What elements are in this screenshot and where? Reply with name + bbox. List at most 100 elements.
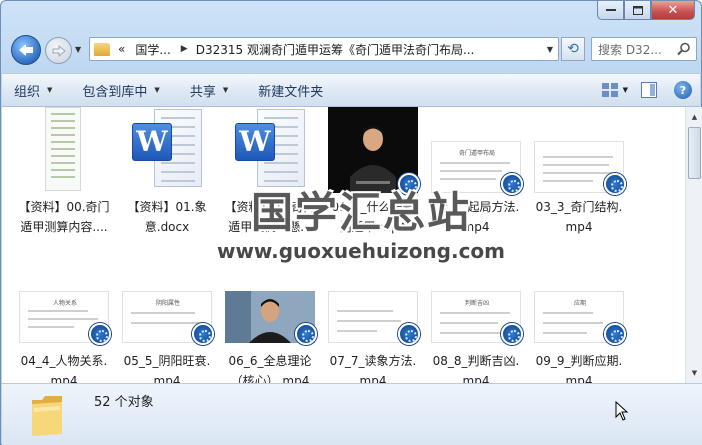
file-list[interactable]: 【资料】00.奇门 遁甲测算内容.... W 【资料】01.象 意.docx W 【… <box>2 107 702 383</box>
chevron-down-icon: ▼ <box>75 45 82 54</box>
file-item[interactable]: W 【资料】01.象 意.docx <box>117 107 217 247</box>
include-library-label: 包含到库中 <box>82 84 148 100</box>
file-name: 09_9_判断应期. mp4 <box>529 351 629 383</box>
video-thumbnail <box>534 141 626 195</box>
address-bar[interactable]: « 国学... ▶ D32315 观澜奇门遁甲运筹《奇门遁甲法奇门布局... ▼ <box>89 37 559 61</box>
organize-label: 组织 <box>14 84 41 100</box>
file-name-line: 【资料】00.奇门 <box>18 200 110 214</box>
vertical-scrollbar[interactable]: ▲ ▼ <box>685 107 702 383</box>
file-name-line: mp4 <box>462 374 490 383</box>
video-thumbnail: 人物关系 <box>19 291 111 345</box>
close-icon: ✕ <box>667 2 679 18</box>
explorer-window: ✕ ▼ « 国学... ▶ D32315 观澜奇门遁甲运筹《奇门遁甲法奇门布局.… <box>0 0 702 445</box>
include-library-button[interactable]: 包含到库中 ▼ <box>82 81 159 100</box>
video-thumbnail: 判断吉凶 <box>431 291 523 345</box>
file-name-line: 07_7_读象方法. <box>329 354 417 368</box>
minimize-icon <box>605 9 616 11</box>
file-item[interactable]: 07_7_读象方法. mp4 <box>323 291 423 383</box>
video-play-icon <box>398 173 420 195</box>
search-input[interactable]: 搜索 D32... <box>591 37 697 61</box>
word-thumbnail: W <box>122 107 212 193</box>
file-name-line: 门遁甲.mp4 <box>339 220 407 234</box>
video-play-icon <box>604 323 626 345</box>
file-item[interactable]: 01_1_什么是奇 门遁甲.mp4 <box>323 107 423 247</box>
file-item[interactable]: 判断吉凶 08_8_判断吉凶. mp4 <box>426 291 526 383</box>
preview-pane-button[interactable] <box>638 80 660 100</box>
file-name-line: 遁甲案例（懸... <box>228 220 312 234</box>
file-item[interactable]: 06_6_全息理论 （核心）.mp4 <box>220 291 320 383</box>
file-name-line: 02_2_起局方法. <box>432 200 520 214</box>
help-button[interactable]: ? <box>674 81 692 99</box>
close-button[interactable]: ✕ <box>651 1 695 20</box>
history-dropdown[interactable]: ▼ <box>75 45 85 55</box>
file-name: 【资料】01.象 意.docx <box>117 197 217 237</box>
item-count: 52 个对象 <box>94 395 154 410</box>
file-name-line: 01_1_什么是奇 <box>331 200 415 214</box>
file-item[interactable]: 【资料】00.奇门 遁甲测算内容.... <box>14 107 114 247</box>
scroll-up-icon[interactable]: ▲ <box>687 109 702 125</box>
minimize-button[interactable] <box>597 1 624 20</box>
breadcrumb-separator-icon[interactable]: ▶ <box>181 44 188 54</box>
file-item[interactable]: 阴阳属性 05_5_阴阳旺衰. mp4 <box>117 291 217 383</box>
video-play-icon <box>604 173 626 195</box>
video-thumbnail: 应期 <box>534 291 626 345</box>
file-name: 04_4_人物关系. mp4 <box>14 351 114 383</box>
file-name-line: （核心）.mp4 <box>230 374 310 383</box>
file-name: 06_6_全息理论 （核心）.mp4 <box>220 351 320 383</box>
command-bar-right: ▼ ? <box>599 80 692 100</box>
video-thumbnail: 阴阳属性 <box>122 291 214 345</box>
new-folder-label: 新建文件夹 <box>258 84 324 100</box>
file-item[interactable]: 奇门遁甲布局 02_2_起局方法. mp4 <box>426 107 526 247</box>
file-name-line: 08_8_判断吉凶. <box>432 354 520 368</box>
video-play-icon <box>501 173 523 195</box>
maximize-icon <box>632 5 643 15</box>
details-pane: 52 个对象 <box>2 383 702 445</box>
search-placeholder: 搜索 D32... <box>598 42 662 57</box>
word-document-icon: W <box>132 109 204 189</box>
back-button[interactable] <box>11 35 41 65</box>
refresh-icon: ⟲ <box>567 41 579 57</box>
file-name-line: mp4 <box>565 374 593 383</box>
file-name: 08_8_判断吉凶. mp4 <box>426 351 526 383</box>
refresh-button[interactable]: ⟲ <box>561 37 585 61</box>
slide-title: 应期 <box>573 300 586 307</box>
file-item[interactable]: 人物关系 04_4_人物关系. mp4 <box>14 291 114 383</box>
file-name-line: 09_9_判断应期. <box>535 354 623 368</box>
scroll-thumb[interactable] <box>688 127 701 179</box>
view-button[interactable] <box>599 80 621 100</box>
file-name-line: 06_6_全息理论 <box>228 354 312 368</box>
file-name-line: 【资料】02.奇门 <box>224 200 316 214</box>
file-item[interactable]: 应期 09_9_判断应期. mp4 <box>529 291 629 383</box>
chevron-down-icon[interactable]: ▼ <box>623 86 628 94</box>
file-item[interactable]: 03_3_奇门结构. mp4 <box>529 107 629 247</box>
share-button[interactable]: 共享 ▼ <box>190 81 228 100</box>
file-name-line: mp4 <box>359 374 387 383</box>
video-play-icon <box>501 323 523 345</box>
slide-title: 人物关系 <box>52 300 77 307</box>
address-dropdown-icon[interactable]: ▼ <box>542 38 558 60</box>
video-play-icon <box>398 323 420 345</box>
organize-button[interactable]: 组织 ▼ <box>14 81 52 100</box>
breadcrumb-overflow[interactable]: « <box>118 42 125 56</box>
scroll-down-icon[interactable]: ▼ <box>687 365 702 381</box>
word-document-icon: W <box>235 109 307 189</box>
file-name-line: mp4 <box>153 374 181 383</box>
file-item[interactable]: W 【资料】02.奇门 遁甲案例（懸... <box>220 107 320 247</box>
chevron-down-icon: ▼ <box>222 86 229 94</box>
maximize-button[interactable] <box>624 1 651 20</box>
forward-button[interactable] <box>45 37 72 64</box>
help-icon: ? <box>679 83 687 97</box>
document-thumbnail <box>19 107 109 193</box>
share-label: 共享 <box>189 84 216 100</box>
video-play-icon <box>295 323 317 345</box>
new-folder-button[interactable]: 新建文件夹 <box>258 81 323 100</box>
breadcrumb-item[interactable]: 国学... <box>135 41 170 58</box>
file-name-line: mp4 <box>50 374 78 383</box>
breadcrumb-current[interactable]: D32315 观澜奇门遁甲运筹《奇门遁甲法奇门布局... <box>196 41 475 58</box>
video-thumbnail: 奇门遁甲布局 <box>431 141 523 195</box>
file-name-line: 【资料】01.象 <box>127 200 207 214</box>
view-grid-icon <box>601 83 618 97</box>
file-name: 03_3_奇门结构. mp4 <box>529 197 629 237</box>
file-name: 05_5_阴阳旺衰. mp4 <box>117 351 217 383</box>
file-name: 01_1_什么是奇 门遁甲.mp4 <box>323 197 423 237</box>
